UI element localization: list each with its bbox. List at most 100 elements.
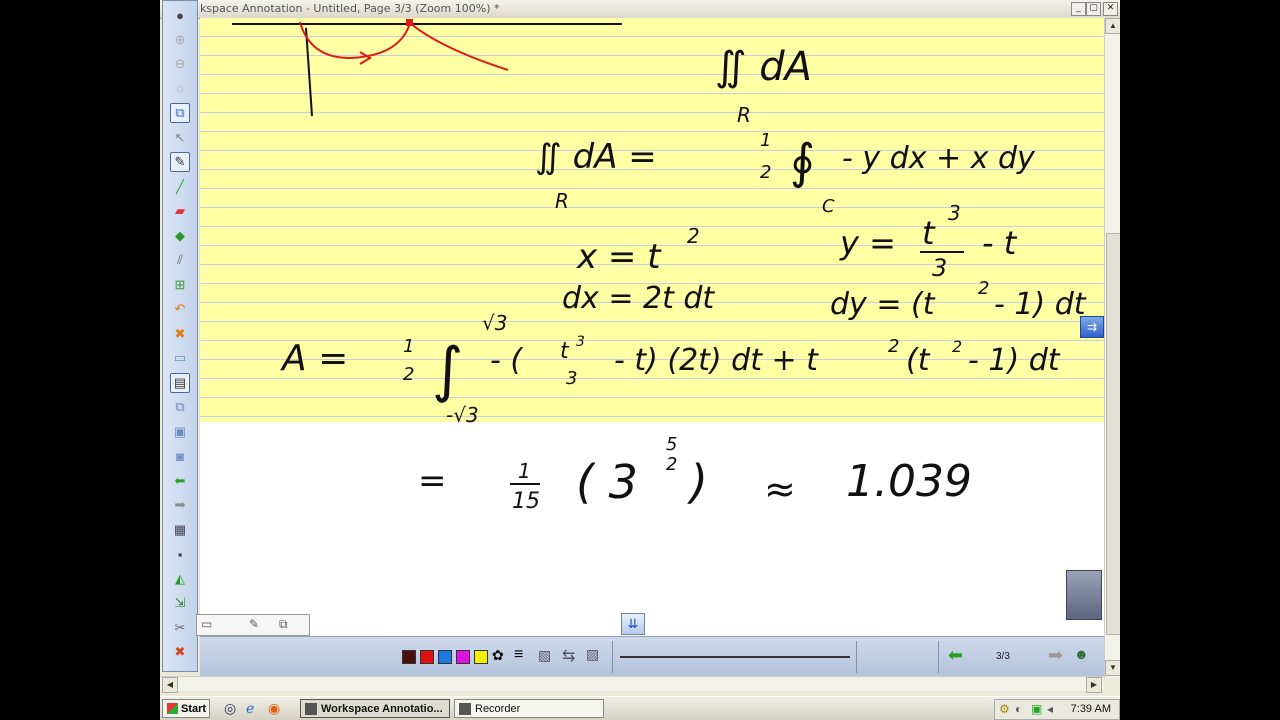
tray-icon[interactable]: ▣ <box>1031 702 1042 716</box>
x-equation: x = t <box>576 237 662 277</box>
exponent-den: 2 <box>666 454 677 475</box>
fraction-den: 15 <box>512 489 540 514</box>
next-page-icon[interactable]: ➡ <box>1048 645 1063 666</box>
desktop-icon[interactable]: ◎ <box>224 700 236 717</box>
prev-page-icon[interactable]: ⬅ <box>948 645 963 666</box>
start-button[interactable]: Start <box>162 699 210 718</box>
close-tool-icon[interactable]: ✖ <box>170 642 190 662</box>
print-icon[interactable]: ◭ <box>170 569 190 589</box>
fraction-den: 2 <box>760 162 771 183</box>
recycle-bin-icon[interactable] <box>1066 570 1102 620</box>
annotation-page[interactable]: ∬ dA R ∬ dA = R 1 2 ∮ - y dx + x dy C x … <box>200 18 1104 638</box>
bottom-toolbar: ✿ ≡ ▧ ⇆ ▨ ⬅ 3/3 ➡ ☻ <box>200 636 1104 677</box>
fraction-num: t <box>560 339 570 364</box>
scroll-down-arrow[interactable]: ▼ <box>1105 660 1120 676</box>
color-swatch-magenta[interactable] <box>456 650 470 664</box>
color-swatch-dark-red[interactable] <box>402 650 416 664</box>
scroll-up-arrow[interactable]: ▲ <box>1105 18 1120 34</box>
delete-icon[interactable]: ✖ <box>170 324 190 344</box>
maximize-button[interactable]: ▢ <box>1086 2 1101 16</box>
minimize-button[interactable]: _ <box>1071 2 1086 16</box>
pointer-icon[interactable]: ↖ <box>170 128 190 148</box>
ie-icon[interactable]: ℯ <box>246 700 254 717</box>
task-recorder[interactable]: Recorder <box>454 699 604 718</box>
next-arrow-icon[interactable]: ➡ <box>170 495 190 515</box>
red-curve <box>299 21 411 60</box>
scroll-right-arrow[interactable]: ▶ <box>1086 677 1102 693</box>
fraction-num: 1 <box>760 130 771 151</box>
start-label: Start <box>181 703 207 715</box>
fraction-den: 3 <box>932 254 947 282</box>
export-icon[interactable]: ⇲ <box>170 593 190 613</box>
exponent: 2 <box>888 336 899 357</box>
record-icon[interactable]: ● <box>170 5 190 25</box>
prev-arrow-icon[interactable]: ⬅ <box>170 471 190 491</box>
firefox-icon[interactable]: ◉ <box>268 700 280 717</box>
annotation-toolbar: ● ⊕ ⊖ ◌ ⧉ ↖ ✎ ╱ ▰ ◆ ⫽ ⊞ ↶ ✖ ▭ ▤ ⧉ ▣ ◙ ⬅ ➡ ▦ ▪ ◭ ⇲ ✂ ✖ <box>162 0 198 672</box>
users-icon[interactable]: ☻ <box>1074 646 1089 662</box>
red-point <box>406 19 413 26</box>
zoom-out-icon[interactable]: ⊖ <box>170 54 190 74</box>
copy-page-icon[interactable]: ⧉ <box>170 103 190 123</box>
highlighter-icon[interactable]: ╱ <box>170 177 190 197</box>
scroll-left-arrow[interactable]: ◀ <box>162 677 178 693</box>
mouse-icon[interactable]: ◌ <box>170 79 190 99</box>
folder-icon[interactable]: ▣ <box>170 422 190 442</box>
close-button[interactable]: ✕ <box>1103 2 1118 16</box>
volume-icon[interactable]: ◂ <box>1047 702 1053 716</box>
page-icon[interactable]: ▤ <box>170 372 190 393</box>
swap-icon[interactable]: ⇆ <box>562 646 575 666</box>
screen: kspace Annotation - Untitled, Page 3/3 (… <box>160 0 1120 720</box>
palette-icon[interactable]: ✿ <box>492 647 504 664</box>
greens-lhs: ∬ dA = <box>535 137 657 177</box>
integrand: - 1) dt <box>968 343 1061 378</box>
y-tail: - t <box>982 224 1018 262</box>
color-swatch-red[interactable] <box>420 650 434 664</box>
edit-icon[interactable]: ✎ <box>249 617 259 631</box>
zoom-in-icon[interactable]: ⊕ <box>170 30 190 50</box>
panel-toggle-button[interactable]: ⇉ <box>1080 316 1104 338</box>
new-page-icon[interactable]: ▭ <box>170 348 190 368</box>
window-title: kspace Annotation - Untitled, Page 3/3 (… <box>200 2 500 15</box>
camera-icon[interactable]: ◙ <box>170 446 190 466</box>
color-swatch-blue[interactable] <box>438 650 452 664</box>
horizontal-scrollbar[interactable]: ◀ ▶ <box>160 676 1104 693</box>
scroll-thumb[interactable] <box>1106 233 1120 635</box>
tray-icon[interactable]: ◐ <box>1015 702 1022 716</box>
greens-rhs: - y dx + x dy <box>842 141 1036 176</box>
undo-icon[interactable]: ↶ <box>170 299 190 319</box>
dy-equation: dy = (t <box>830 287 936 322</box>
line-width-icon[interactable]: ≡ <box>514 646 523 664</box>
task-workspace-annotation[interactable]: Workspace Annotatio... <box>300 699 450 718</box>
pattern-icon[interactable]: ▨ <box>586 646 599 663</box>
color-swatch-yellow[interactable] <box>474 650 488 664</box>
shape-icon[interactable]: ◆ <box>170 226 190 246</box>
contour-integral: ∮ <box>790 134 815 190</box>
pages-icon[interactable]: ⧉ <box>170 397 190 417</box>
restore-icon[interactable]: ⧉ <box>279 617 288 632</box>
insert-icon[interactable]: ⊞ <box>170 275 190 295</box>
scroll-down-button[interactable]: ⇊ <box>621 613 645 635</box>
red-curve <box>409 22 509 71</box>
integrand: - t) (2t) dt + t <box>614 343 819 378</box>
ink-layer: ∬ dA R ∬ dA = R 1 2 ∮ - y dx + x dy C x … <box>232 19 1087 514</box>
fraction-num: 1 <box>403 336 414 357</box>
pen-tool-icon[interactable]: ✎ <box>170 152 190 172</box>
exponent: 3 <box>948 201 961 225</box>
result-base: ( 3 <box>576 455 638 509</box>
tools-icon[interactable]: ✂ <box>170 618 190 638</box>
grid-icon[interactable]: ▦ <box>170 520 190 540</box>
dx-equation: dx = 2t dt <box>562 281 715 316</box>
minimize-icon[interactable]: ▭ <box>201 617 212 631</box>
approx-value: 1.039 <box>846 456 972 507</box>
integral-sign: ∫ <box>432 335 463 405</box>
save-icon[interactable]: ▪ <box>170 544 190 564</box>
line-icon[interactable]: ⫽ <box>170 250 190 270</box>
task-label: Workspace Annotatio... <box>321 703 443 715</box>
vertical-scrollbar[interactable]: ▲ ▼ <box>1104 18 1120 678</box>
fill-icon[interactable]: ▧ <box>538 647 551 664</box>
task-label: Recorder <box>475 703 521 715</box>
tray-icon[interactable]: ⚙ <box>999 702 1010 716</box>
eraser-icon[interactable]: ▰ <box>170 201 190 221</box>
system-tray: ⚙ ◐ ▣ ◂ 7:39 AM <box>994 699 1120 720</box>
